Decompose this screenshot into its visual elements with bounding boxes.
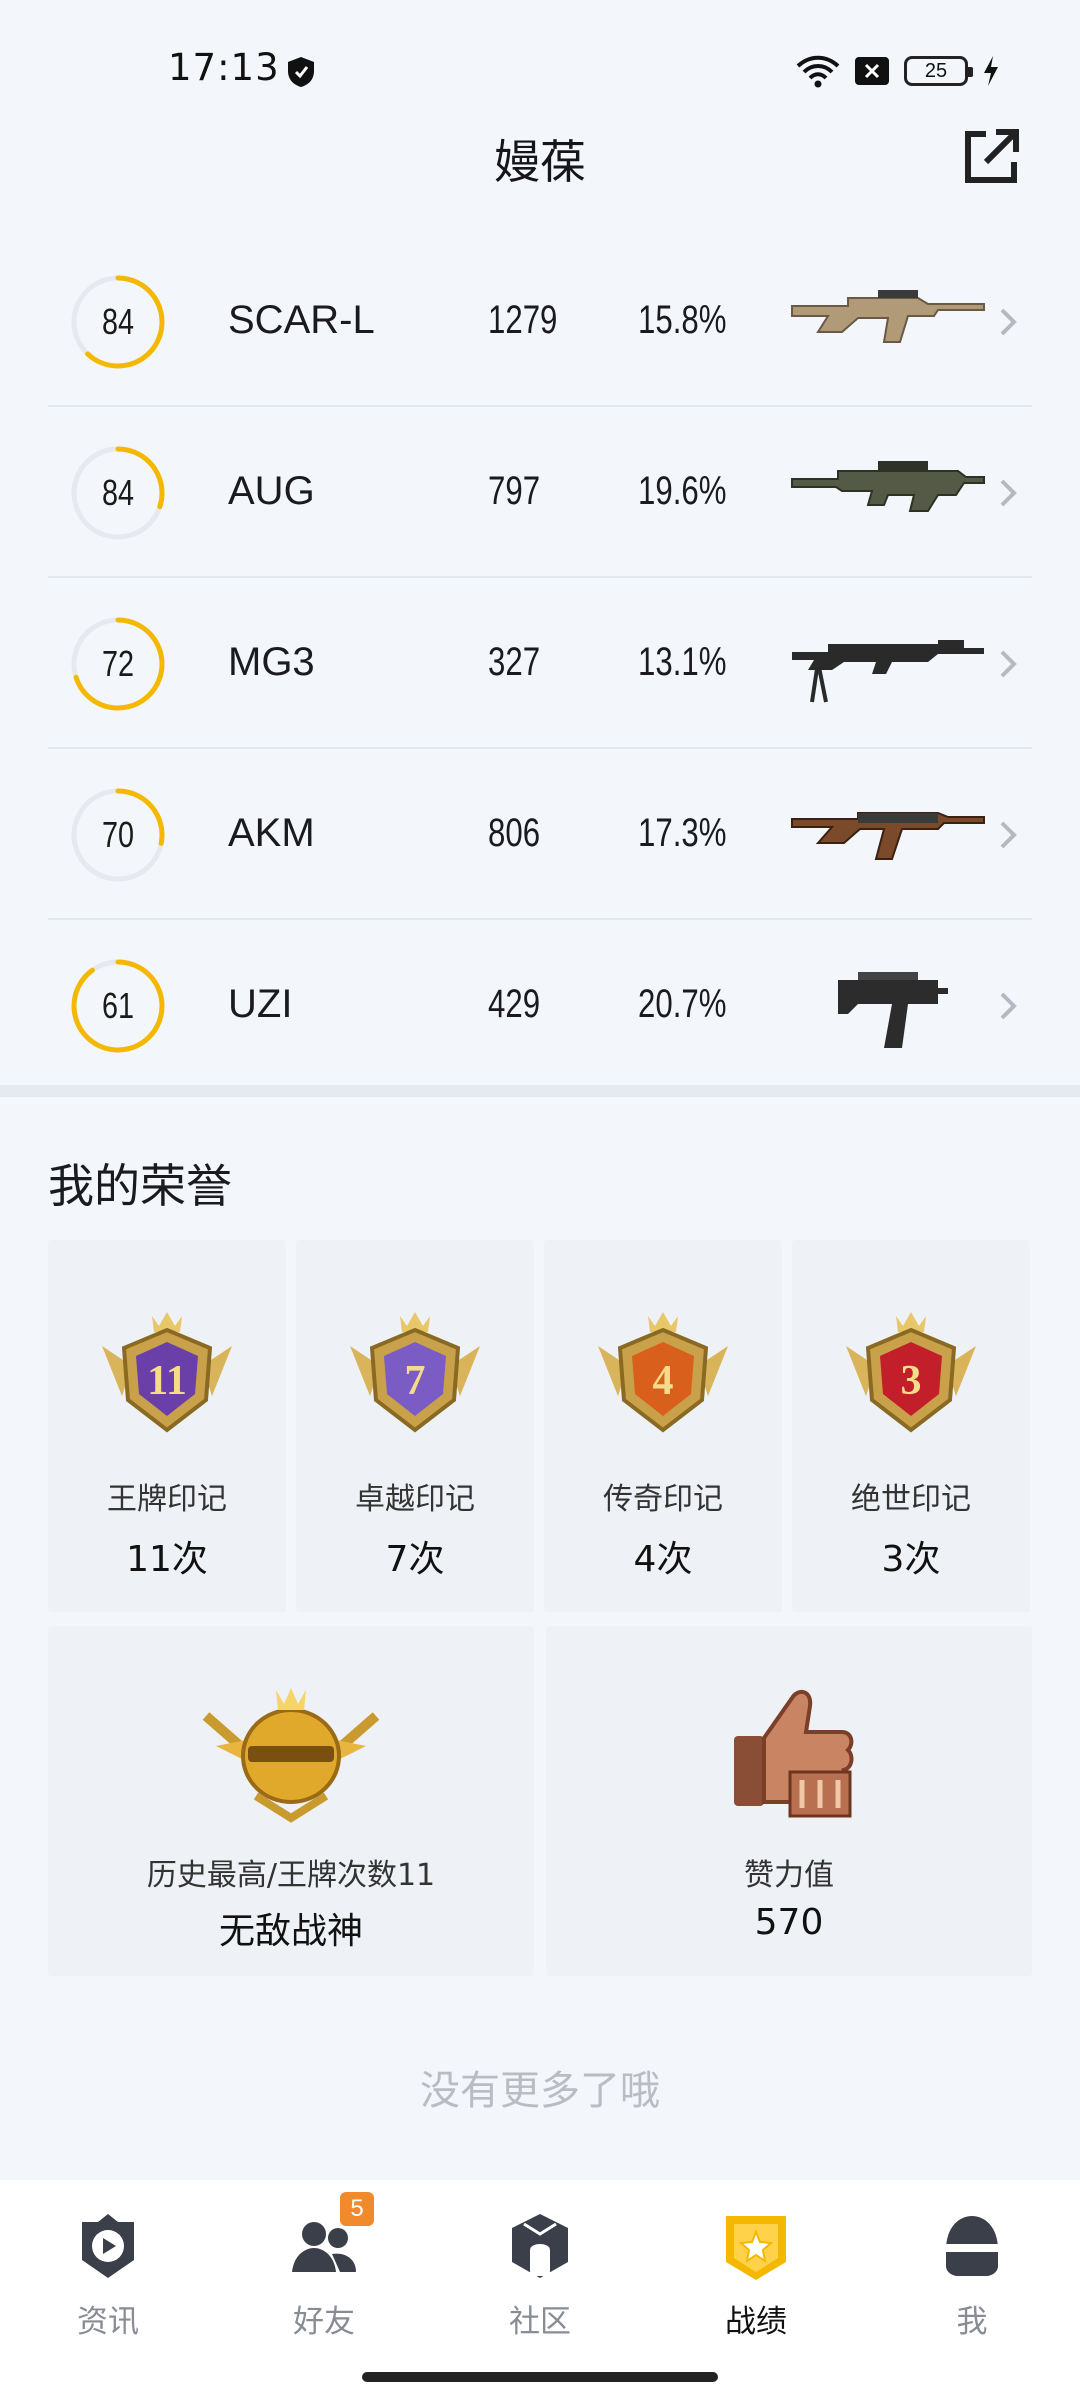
- honor-badge-card[interactable]: 7 卓越印记 7次: [296, 1240, 534, 1612]
- badge-label: 卓越印记: [355, 1482, 475, 1517]
- shield-icon: [288, 57, 314, 87]
- tab-record[interactable]: 战绩: [686, 2210, 826, 2341]
- weapon-percentage: 15.8%: [638, 298, 727, 342]
- emblem-number: 7: [405, 1358, 426, 1404]
- tab-community[interactable]: 社区: [470, 2210, 610, 2341]
- weapon-list: 84 SCAR-L 1279 15.8% 84 AUG 797 19.6% 72…: [48, 236, 1032, 1091]
- chevron-right-icon: [1000, 479, 1017, 507]
- badge-count: 11次: [126, 1539, 208, 1580]
- community-icon: [504, 2210, 576, 2282]
- charging-icon: [984, 56, 998, 86]
- badge-label: 王牌印记: [107, 1482, 227, 1517]
- aug-rifle-icon: [791, 461, 985, 512]
- akm-rifle-icon: [791, 812, 985, 860]
- honor-badge-card[interactable]: 4 传奇印记 4次: [544, 1240, 782, 1612]
- weapon-row[interactable]: 72 MG3 327 13.1%: [48, 578, 1032, 749]
- weapon-name: AKM: [228, 811, 315, 855]
- tab-label-friends: 好友: [293, 2304, 355, 2340]
- tab-label-record: 战绩: [725, 2304, 787, 2340]
- weapon-percentage: 17.3%: [638, 811, 727, 855]
- helmet-crossed-rifles-icon: [202, 1688, 380, 1823]
- weapon-row[interactable]: 84 AUG 797 19.6%: [48, 407, 1032, 578]
- thumbs-up-trophy-icon: [734, 1689, 854, 1818]
- like-value-number: 570: [754, 1902, 824, 1943]
- friends-icon: 5: [288, 2192, 374, 2282]
- weapon-kill-count: 327: [488, 640, 541, 684]
- uzi-smg-icon: [838, 972, 948, 1048]
- badge-grid: 11 王牌印记 11次 7 卓越印记 7次 4 传奇印记 4次 3 绝世印记 3…: [48, 1240, 1032, 1612]
- record-badge-icon: [720, 2210, 792, 2282]
- no-more-text: 没有更多了哦: [420, 2068, 660, 2114]
- home-indicator[interactable]: [362, 2372, 718, 2382]
- weapon-score: 70: [101, 814, 135, 855]
- section-divider: [0, 1085, 1080, 1097]
- rank-emblem-icon: 3: [846, 1312, 976, 1433]
- highest-rank-value: 无敌战神: [218, 1911, 363, 1952]
- highest-rank-label: 历史最高/王牌次数11: [146, 1858, 436, 1893]
- rank-emblem-icon: 4: [598, 1312, 728, 1433]
- weapon-percentage: 13.1%: [638, 640, 727, 684]
- tab-label-profile: 我: [956, 2304, 988, 2340]
- page-title: 嫚葆: [494, 135, 586, 189]
- weapon-score: 84: [101, 301, 135, 342]
- chevron-right-icon: [1000, 821, 1017, 849]
- weapon-row[interactable]: 84 SCAR-L 1279 15.8%: [48, 236, 1032, 407]
- like-value-card[interactable]: 赞力值 570: [546, 1626, 1032, 1976]
- weapon-name: UZI: [228, 982, 293, 1026]
- tab-label-news: 资讯: [77, 2304, 139, 2340]
- rank-emblem-icon: 11: [102, 1312, 232, 1433]
- battery-icon: 25: [904, 56, 973, 86]
- weapon-score: 72: [101, 643, 135, 684]
- tab-news[interactable]: 资讯: [38, 2210, 178, 2341]
- weapon-name: MG3: [228, 640, 315, 684]
- honor-summary-grid: 历史最高/王牌次数11 无敌战神 赞力值 570: [48, 1626, 1032, 1976]
- profile-helmet-icon: [936, 2210, 1008, 2282]
- rank-emblem-icon: 7: [350, 1312, 480, 1433]
- weapon-name: SCAR-L: [228, 298, 375, 342]
- no-sim-icon: [855, 57, 889, 85]
- emblem-number: 4: [653, 1358, 674, 1404]
- honors-title: 我的荣誉: [48, 1159, 232, 1213]
- badge-count: 3次: [881, 1539, 941, 1580]
- weapon-kill-count: 797: [488, 469, 541, 513]
- highest-rank-card[interactable]: 历史最高/王牌次数11 无敌战神: [48, 1626, 534, 1976]
- weapon-percentage: 20.7%: [638, 982, 727, 1026]
- weapon-name: AUG: [228, 469, 315, 513]
- status-time: 17:13: [168, 46, 280, 89]
- weapon-row[interactable]: 61 UZI 429 20.7%: [48, 920, 1032, 1091]
- friends-badge: 5: [340, 2192, 374, 2226]
- weapon-kill-count: 806: [488, 811, 541, 855]
- badge-count: 4次: [633, 1539, 693, 1580]
- scar-l-rifle-icon: [791, 290, 985, 343]
- tab-label-community: 社区: [509, 2304, 571, 2340]
- badge-count: 7次: [385, 1539, 445, 1580]
- weapon-kill-count: 1279: [488, 298, 558, 342]
- emblem-number: 3: [901, 1358, 922, 1404]
- weapon-score: 84: [101, 472, 135, 513]
- title-bar: 嫚葆: [0, 118, 1080, 198]
- chevron-right-icon: [1000, 650, 1017, 678]
- tab-profile[interactable]: 我: [902, 2210, 1042, 2341]
- emblem-number: 11: [147, 1358, 187, 1404]
- mg3-machinegun-icon: [792, 640, 984, 703]
- share-icon[interactable]: [956, 122, 1026, 192]
- badge-label: 传奇印记: [603, 1482, 723, 1517]
- wifi-icon: [796, 55, 840, 88]
- bottom-tab-bar: 资讯 5 好友 社区 战绩 我: [0, 2180, 1080, 2400]
- chevron-right-icon: [1000, 992, 1017, 1020]
- chevron-right-icon: [1000, 308, 1017, 336]
- battery-level: 25: [924, 59, 948, 82]
- badge-label: 绝世印记: [851, 1482, 971, 1517]
- honor-badge-card[interactable]: 3 绝世印记 3次: [792, 1240, 1030, 1612]
- status-right: 25: [796, 54, 1000, 88]
- weapon-row[interactable]: 70 AKM 806 17.3%: [48, 749, 1032, 920]
- news-play-icon: [72, 2210, 144, 2282]
- like-value-label: 赞力值: [744, 1858, 834, 1893]
- weapon-percentage: 19.6%: [638, 469, 727, 513]
- tab-friends[interactable]: 5 好友: [254, 2192, 394, 2341]
- weapon-score: 61: [101, 985, 135, 1026]
- honor-badge-card[interactable]: 11 王牌印记 11次: [48, 1240, 286, 1612]
- weapon-kill-count: 429: [488, 982, 541, 1026]
